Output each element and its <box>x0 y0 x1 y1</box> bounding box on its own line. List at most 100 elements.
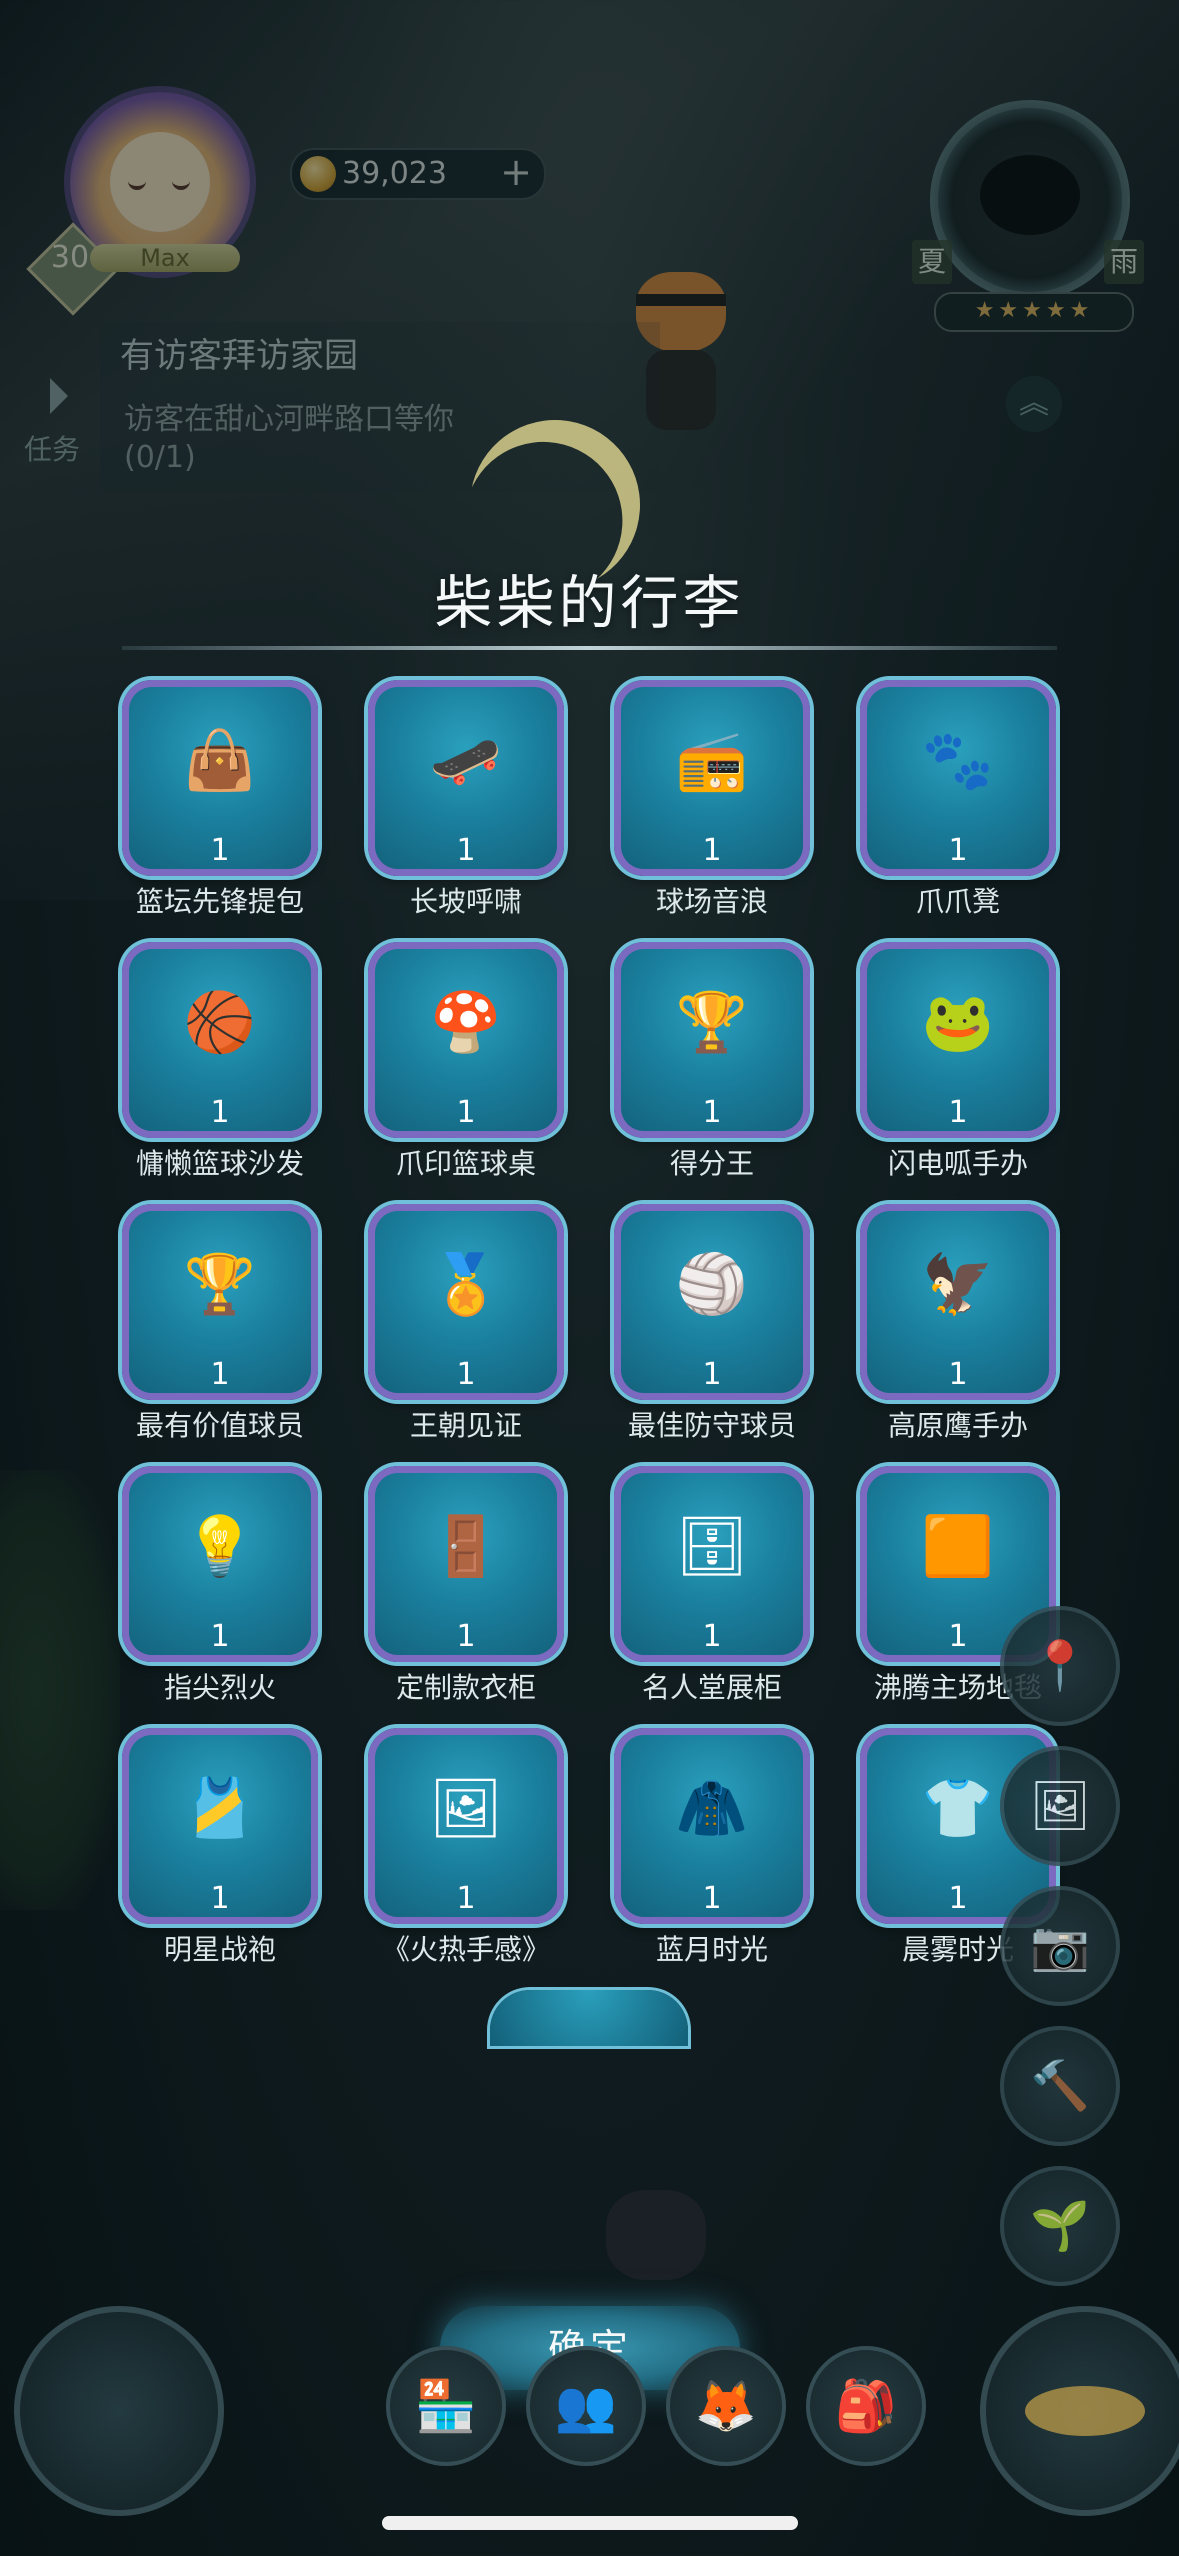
level-status: Max <box>90 244 240 272</box>
item-tile[interactable]: 📻 1 <box>614 680 810 876</box>
item-tile[interactable]: 🏆 1 <box>122 1204 318 1400</box>
coin-value: 39,023 <box>342 156 447 191</box>
luggage-item[interactable]: 🏐 1 最佳防守球员 <box>614 1204 810 1442</box>
friends-icon[interactable]: 👥 <box>526 2346 646 2466</box>
compass-menu-left[interactable] <box>14 2306 224 2516</box>
luggage-item[interactable]: 🗄 1 名人堂展柜 <box>614 1466 810 1704</box>
item-tile[interactable]: 🏀 1 <box>122 942 318 1138</box>
luggage-item[interactable]: 🧥 1 蓝月时光 <box>614 1728 810 1966</box>
quest-description: 访客在甜心河畔路口等你 <box>124 402 454 437</box>
wardrobe-icon: 🚪 <box>429 1511 503 1580</box>
shiba-headband <box>636 294 726 306</box>
luggage-item[interactable]: 🏆 1 得分王 <box>614 942 810 1180</box>
luggage-item[interactable]: 🚪 1 定制款衣柜 <box>368 1466 564 1704</box>
item-tile[interactable]: 🦅 1 <box>860 1204 1056 1400</box>
item-tile[interactable]: 🖼 1 <box>368 1728 564 1924</box>
item-count: 1 <box>210 1095 230 1130</box>
camera-icon[interactable]: 📷 <box>1000 1886 1120 2006</box>
bag-icon: 👜 <box>183 725 257 794</box>
item-name: 《火热手感》 <box>381 1933 550 1966</box>
avatar-eye-right <box>172 180 190 190</box>
item-count: 1 <box>456 833 476 868</box>
luggage-item[interactable]: 💡 1 指尖烈火 <box>122 1466 318 1704</box>
item-name: 最佳防守球员 <box>627 1409 796 1442</box>
home-indicator <box>382 2516 798 2530</box>
quest-progress: (0/1) <box>124 440 196 475</box>
modal-title: 柴柴的行李 <box>434 569 745 637</box>
weather-dial[interactable] <box>930 100 1130 300</box>
item-grid: 👜 1 篮坛先锋提包 🛹 1 长坡呼啸 📻 1 球场音浪 🐾 1 爪爪凳 🏀 1 慵懒篮球沙发 🍄 1 爪印篮球桌… <box>122 680 1057 1966</box>
backpack-icon[interactable]: 🎒 <box>806 2346 926 2466</box>
item-tile[interactable]: 🐾 1 <box>860 680 1056 876</box>
item-tile[interactable]: 🗄 1 <box>614 1466 810 1662</box>
pet-icon[interactable]: 🦊 <box>666 2346 786 2466</box>
item-count: 1 <box>210 1357 230 1392</box>
item-name: 得分王 <box>669 1147 754 1180</box>
item-tile[interactable]: 🐸 1 <box>860 942 1056 1138</box>
luggage-item[interactable]: 🏅 1 王朝见证 <box>368 1204 564 1442</box>
season-label-left: 夏 <box>912 240 952 284</box>
title-divider <box>122 646 1057 650</box>
cat-character <box>596 2170 716 2310</box>
trophy-icon: 🏆 <box>675 987 749 1056</box>
luggage-item[interactable]: 🖼 1 《火热手感》 <box>368 1728 564 1966</box>
item-count: 1 <box>702 1357 722 1392</box>
item-count: 1 <box>702 833 722 868</box>
shirt-icon: 👕 <box>921 1773 995 1842</box>
hammer-icon[interactable]: 🔨 <box>1000 2026 1120 2146</box>
collapse-button[interactable]: ︽ <box>1006 376 1062 432</box>
item-tile[interactable]: 🏐 1 <box>614 1204 810 1400</box>
luggage-item[interactable]: 🛹 1 长坡呼啸 <box>368 680 564 918</box>
luggage-item[interactable]: 🏀 1 慵懒篮球沙发 <box>122 942 318 1180</box>
item-tile[interactable]: 🏆 1 <box>614 942 810 1138</box>
mvp-trophy-icon: 🏆 <box>183 1249 257 1318</box>
item-tile[interactable]: 💡 1 <box>122 1466 318 1662</box>
pin-icon[interactable]: 📍 <box>1000 1606 1120 1726</box>
luggage-item[interactable]: 👜 1 篮坛先锋提包 <box>122 680 318 918</box>
item-count: 1 <box>210 1619 230 1654</box>
storm-cloud-icon <box>980 155 1080 235</box>
luggage-item[interactable]: 🏆 1 最有价值球员 <box>122 1204 318 1442</box>
quest-tab[interactable]: 任务 <box>14 372 84 472</box>
luggage-item[interactable]: 🐾 1 爪爪凳 <box>860 680 1056 918</box>
item-tile[interactable]: 🧥 1 <box>614 1728 810 1924</box>
luggage-item[interactable]: 📻 1 球场音浪 <box>614 680 810 918</box>
dynasty-trophy-icon: 🏅 <box>429 1249 503 1318</box>
shop-icon[interactable]: 🏪 <box>386 2346 506 2466</box>
star-rating: ★★★★★ <box>934 292 1134 332</box>
luggage-item[interactable]: 🐸 1 闪电呱手办 <box>860 942 1056 1180</box>
item-tile[interactable]: 👜 1 <box>122 680 318 876</box>
item-tile[interactable]: 🍄 1 <box>368 942 564 1138</box>
luggage-item[interactable]: 🦅 1 高原鹰手办 <box>860 1204 1056 1442</box>
eagle-figure-icon: 🦅 <box>921 1249 995 1318</box>
item-name: 最有价值球员 <box>135 1409 304 1442</box>
lamp-icon: 💡 <box>183 1511 257 1580</box>
item-tile[interactable]: 🎽 1 <box>122 1728 318 1924</box>
item-count: 1 <box>702 1619 722 1654</box>
eye-compass-right[interactable] <box>980 2306 1179 2516</box>
item-tile[interactable]: 🏅 1 <box>368 1204 564 1400</box>
frog-figure-icon: 🐸 <box>921 987 995 1056</box>
skateboard-icon: 🛹 <box>429 725 503 794</box>
item-count: 1 <box>948 1357 968 1392</box>
poster-icon: 🖼 <box>429 1773 503 1842</box>
avatar-eye-left <box>128 180 146 190</box>
sprout-icon[interactable]: 🌱 <box>1000 2166 1120 2286</box>
add-coins-button[interactable]: + <box>500 150 532 194</box>
item-tile[interactable]: 🛹 1 <box>368 680 564 876</box>
coin-counter[interactable]: 39,023 + <box>290 148 546 200</box>
more-items-tab[interactable] <box>490 1990 688 2046</box>
luggage-item[interactable]: 🍄 1 爪印篮球桌 <box>368 942 564 1180</box>
coin-icon <box>300 156 336 192</box>
item-tile[interactable]: 🚪 1 <box>368 1466 564 1662</box>
luggage-item[interactable]: 🎽 1 明星战袍 <box>122 1728 318 1966</box>
quest-tab-label: 任务 <box>24 433 81 466</box>
album-icon[interactable]: 🖼 <box>1000 1746 1120 1866</box>
quest-title: 有访客拜访家园 <box>120 336 358 376</box>
paw-stool-icon: 🐾 <box>921 725 995 794</box>
boombox-icon: 📻 <box>675 725 749 794</box>
item-name: 蓝月时光 <box>655 1933 768 1966</box>
hoodie-icon: 🧥 <box>675 1773 749 1842</box>
item-name: 王朝见证 <box>409 1409 522 1442</box>
item-name: 爪爪凳 <box>915 885 1000 918</box>
